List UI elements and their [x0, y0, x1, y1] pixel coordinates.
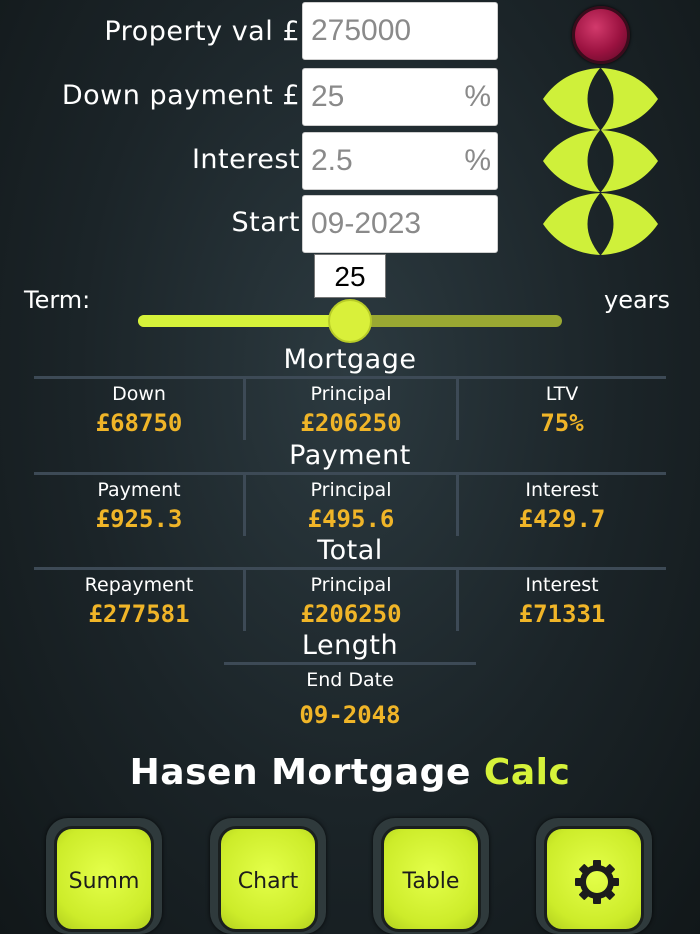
chart-button[interactable]: Chart [210, 818, 326, 934]
summary-button-face: Summ [54, 826, 154, 932]
mortgage-ltv-label: LTV [545, 383, 579, 405]
end-date-value: 09-2048 [299, 701, 401, 729]
total-repayment-label: Repayment [84, 574, 194, 596]
decrease-arrow-icon[interactable] [543, 130, 600, 192]
mortgage-ltv-cell: LTV 75% [457, 380, 667, 438]
settings-button-face [544, 826, 644, 932]
payment-principal-value: £495.6 [307, 505, 395, 533]
record-button[interactable] [572, 6, 630, 64]
app-title-main: Hasen Mortgage [129, 752, 471, 793]
summary-button-label: Summ [68, 869, 140, 894]
increase-arrow-icon[interactable] [601, 68, 658, 130]
divider [34, 472, 666, 475]
payment-principal-cell: Principal £495.6 [246, 476, 456, 534]
term-value-bubble: 25 [314, 254, 386, 298]
mortgage-principal-cell: Principal £206250 [246, 380, 456, 438]
total-principal-value: £206250 [300, 600, 402, 628]
divider [224, 662, 476, 665]
start-date-input[interactable]: 09-2023 [302, 195, 498, 253]
start-label: Start [231, 207, 300, 238]
increase-arrow-icon[interactable] [601, 130, 658, 192]
total-repayment-cell: Repayment £277581 [34, 571, 244, 629]
divider [34, 376, 666, 379]
term-slider-thumb[interactable] [328, 299, 372, 343]
interest-stepper[interactable] [543, 130, 658, 192]
total-section-title: Total [317, 535, 383, 566]
interest-input[interactable]: 2.5 % [302, 132, 498, 190]
property-value-text: 275000 [311, 14, 412, 47]
total-repayment-value: £277581 [88, 600, 190, 628]
end-date-cell: End Date 09-2048 [245, 666, 455, 730]
mortgage-section-title: Mortgage [283, 344, 417, 375]
mortgage-down-value: £68750 [95, 409, 183, 437]
down-payment-input[interactable]: 25 % [302, 68, 498, 126]
payment-monthly-value: £925.3 [95, 505, 183, 533]
total-interest-cell: Interest £71331 [457, 571, 667, 629]
payment-interest-value: £429.7 [518, 505, 606, 533]
gear-icon [575, 860, 619, 904]
payment-interest-label: Interest [525, 479, 599, 501]
decrease-arrow-icon[interactable] [543, 193, 600, 255]
start-date-stepper[interactable] [543, 193, 658, 255]
table-button-face: Table [381, 826, 481, 932]
interest-unit: % [464, 144, 491, 177]
mortgage-down-cell: Down £68750 [34, 380, 244, 438]
total-interest-label: Interest [525, 574, 599, 596]
payment-principal-label: Principal [310, 479, 392, 501]
divider [34, 567, 666, 570]
summary-button[interactable]: Summ [46, 818, 162, 934]
start-date-text: 09-2023 [311, 207, 422, 240]
mortgage-principal-value: £206250 [300, 409, 402, 437]
interest-text: 2.5 [311, 144, 353, 177]
down-payment-stepper[interactable] [543, 68, 658, 130]
payment-section-title: Payment [289, 440, 411, 471]
decrease-arrow-icon[interactable] [543, 68, 600, 130]
mortgage-principal-label: Principal [310, 383, 392, 405]
total-interest-value: £71331 [518, 600, 606, 628]
chart-button-face: Chart [218, 826, 318, 932]
payment-monthly-label: Payment [97, 479, 181, 501]
down-payment-label: Down payment £ [61, 80, 300, 111]
mortgage-down-label: Down [112, 383, 166, 405]
length-section-title: Length [301, 630, 399, 661]
app-title-accent: Calc [483, 752, 571, 793]
increase-arrow-icon[interactable] [601, 193, 658, 255]
interest-label: Interest [191, 144, 300, 175]
total-principal-label: Principal [310, 574, 392, 596]
property-value-label: Property val £ [104, 16, 300, 47]
payment-monthly-cell: Payment £925.3 [34, 476, 244, 534]
chart-button-label: Chart [237, 869, 299, 894]
end-date-label: End Date [306, 669, 394, 691]
app-title: Hasen Mortgage Calc [0, 752, 700, 793]
payment-interest-cell: Interest £429.7 [457, 476, 667, 534]
table-button-label: Table [402, 869, 460, 894]
table-button[interactable]: Table [373, 818, 489, 934]
term-slider-fill [138, 315, 350, 327]
down-payment-unit: % [464, 80, 491, 113]
term-label: Term: [24, 286, 91, 314]
total-principal-cell: Principal £206250 [246, 571, 456, 629]
down-payment-text: 25 [311, 80, 345, 113]
settings-button[interactable] [536, 818, 652, 934]
property-value-input[interactable]: 275000 [302, 2, 498, 60]
mortgage-ltv-value: 75% [540, 409, 584, 437]
years-label: years [604, 286, 671, 314]
